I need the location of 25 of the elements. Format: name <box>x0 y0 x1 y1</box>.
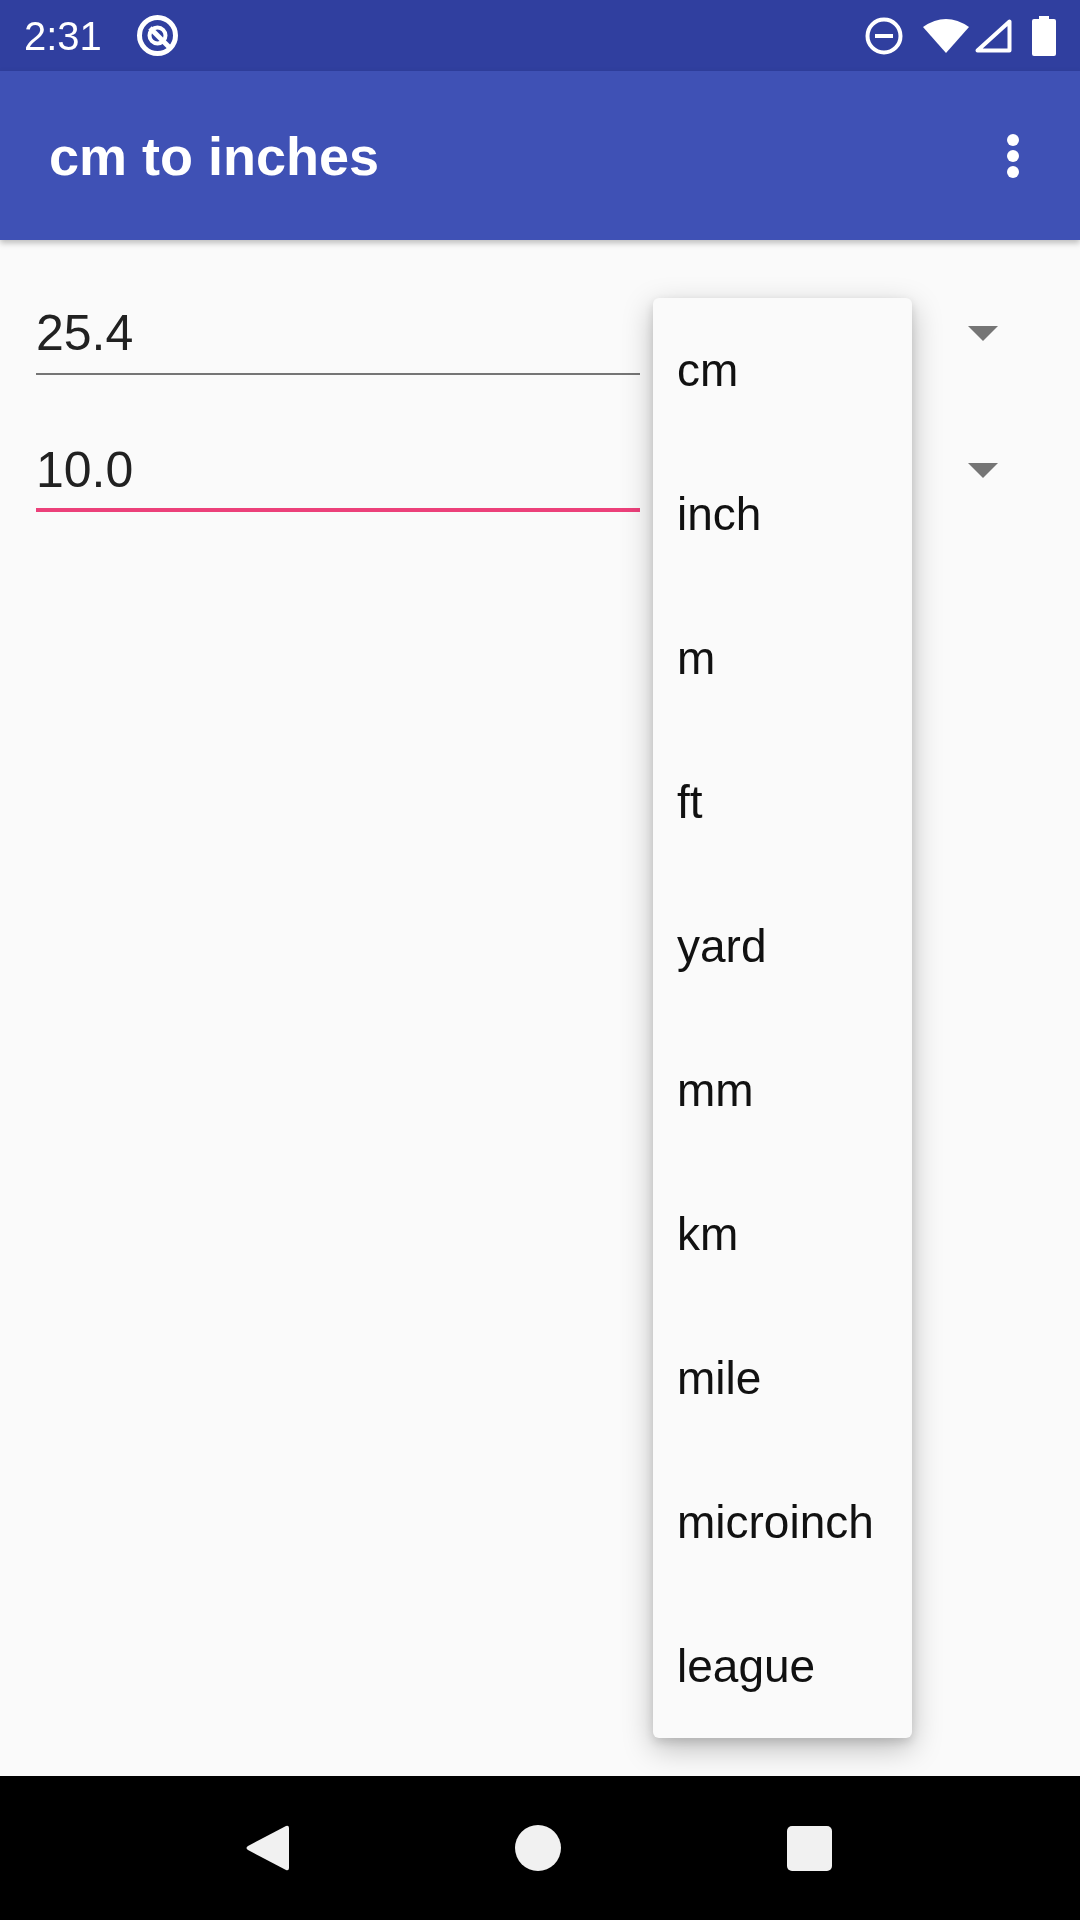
caret-icon[interactable] <box>968 325 998 341</box>
status-time: 2:31 <box>24 12 102 60</box>
battery-icon <box>1032 15 1056 56</box>
menu-item[interactable]: yard <box>653 874 912 1018</box>
menu-item[interactable]: ft <box>653 730 912 874</box>
minus-circle-icon <box>865 16 903 55</box>
menu-item[interactable]: league <box>653 1594 912 1738</box>
input-field[interactable]: 25.4 <box>36 303 640 375</box>
menu-item[interactable]: microinch <box>653 1450 912 1594</box>
wifi-icon <box>923 18 969 53</box>
menu-item[interactable]: cm <box>653 298 912 442</box>
menu-item[interactable]: m <box>653 586 912 730</box>
app-title: cm to inches <box>49 124 380 188</box>
caret-icon[interactable] <box>968 462 998 478</box>
recents-icon[interactable] <box>787 1825 832 1871</box>
menu-item[interactable]: mm <box>653 1018 912 1162</box>
signal-icon <box>975 18 1012 53</box>
menu-item[interactable]: inch <box>653 442 912 586</box>
input-field[interactable]: 10.0 <box>36 440 640 512</box>
ring-icon <box>135 14 179 57</box>
more-options-icon[interactable] <box>1006 132 1020 179</box>
menu-item[interactable]: km <box>653 1162 912 1306</box>
menu-item[interactable]: mile <box>653 1306 912 1450</box>
back-icon[interactable] <box>245 1824 289 1872</box>
home-icon[interactable] <box>515 1825 561 1871</box>
